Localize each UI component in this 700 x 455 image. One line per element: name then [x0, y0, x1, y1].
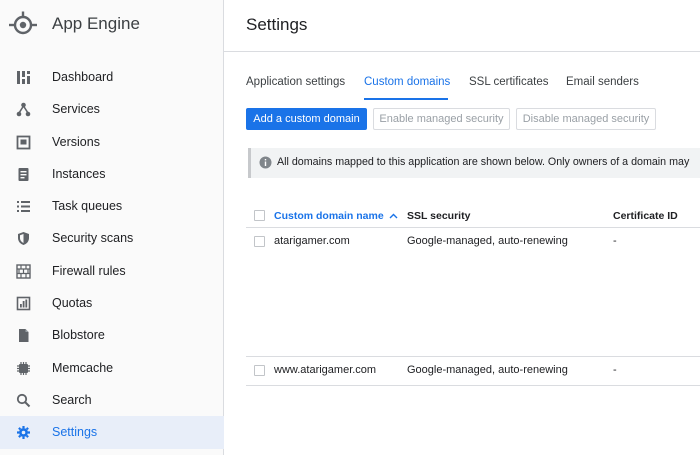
- info-icon: [259, 156, 272, 169]
- task-queues-icon: [17, 201, 30, 213]
- sidebar-item-dashboard[interactable]: Dashboard: [0, 61, 224, 93]
- services-icon: [16, 102, 31, 117]
- sidebar-item-label: Quotas: [52, 296, 93, 311]
- add-custom-domain-button[interactable]: Add a custom domain: [246, 108, 367, 130]
- sidebar-item-label: Task queues: [52, 199, 123, 214]
- sidebar-item-label: Services: [52, 102, 100, 117]
- sort-ascending-icon: [389, 213, 398, 219]
- instances-icon: [18, 167, 29, 181]
- sidebar-item-label: Dashboard: [52, 70, 114, 84]
- sidebar-item-settings[interactable]: Settings: [0, 416, 224, 449]
- sidebar-item-label: Search: [52, 392, 92, 407]
- sidebar-item-security-scans[interactable]: Security scans: [0, 222, 224, 254]
- sidebar-nav: Dashboard Services Versions Instances Ta…: [0, 61, 224, 449]
- page-title: Settings: [246, 15, 308, 34]
- quotas-icon: [16, 296, 31, 311]
- tab-custom-domains[interactable]: Custom domains: [364, 76, 450, 88]
- table-row[interactable]: atarigamer.com Google-managed, auto-rene…: [246, 229, 700, 357]
- page-header: Settings: [224, 0, 700, 52]
- shield-icon: [18, 232, 29, 246]
- sidebar-item-label: Blobstore: [52, 328, 105, 343]
- sidebar-item-versions[interactable]: Versions: [0, 126, 224, 158]
- tab-ssl-certificates[interactable]: SSL certificates: [469, 76, 548, 88]
- table-header: Custom domain name SSL security Certific…: [246, 200, 700, 228]
- dashboard-icon: [17, 71, 30, 84]
- search-icon: [16, 393, 31, 408]
- enable-managed-security-button[interactable]: Enable managed security: [373, 108, 510, 130]
- ssl-cell: Google-managed, auto-renewing: [407, 235, 568, 247]
- row-checkbox[interactable]: [254, 365, 265, 376]
- memcache-icon: [17, 361, 30, 375]
- sidebar-item-quotas[interactable]: Quotas: [0, 287, 224, 319]
- sidebar-item-label: Security scans: [52, 231, 134, 246]
- sidebar-item-label: Instances: [52, 166, 106, 181]
- app-title: App Engine: [52, 14, 140, 33]
- sidebar-item-label: Firewall rules: [52, 263, 126, 278]
- sidebar-item-label: Versions: [52, 134, 100, 149]
- blobstore-icon: [19, 329, 29, 343]
- app-engine-logo-icon: [9, 11, 37, 35]
- tab-bar: Application settings Custom domains SSL …: [224, 52, 700, 102]
- ssl-cell: Google-managed, auto-renewing: [407, 364, 568, 376]
- disable-managed-security-button[interactable]: Disable managed security: [516, 108, 656, 130]
- sidebar-item-blobstore[interactable]: Blobstore: [0, 319, 224, 351]
- sidebar-item-firewall-rules[interactable]: Firewall rules: [0, 255, 224, 287]
- cert-cell: -: [613, 364, 617, 376]
- active-tab-indicator: [364, 98, 448, 100]
- sidebar: App Engine Dashboard Services Versions I…: [0, 0, 224, 455]
- gear-icon: [17, 426, 30, 440]
- domain-cell: atarigamer.com: [274, 235, 350, 247]
- column-header-domain-label: Custom domain name: [274, 210, 384, 222]
- tab-email-senders[interactable]: Email senders: [566, 76, 639, 88]
- column-header-cert: Certificate ID: [613, 210, 678, 222]
- sidebar-item-instances[interactable]: Instances: [0, 158, 224, 190]
- sidebar-item-memcache[interactable]: Memcache: [0, 352, 224, 384]
- column-header-domain[interactable]: Custom domain name: [274, 210, 398, 222]
- sidebar-item-label: Settings: [52, 425, 98, 440]
- select-all-checkbox[interactable]: [254, 210, 265, 221]
- tab-application-settings[interactable]: Application settings: [246, 76, 345, 88]
- brand[interactable]: App Engine: [0, 0, 224, 52]
- info-banner: All domains mapped to this application a…: [248, 148, 700, 178]
- firewall-icon: [16, 264, 31, 279]
- table-row[interactable]: www.atarigamer.com Google-managed, auto-…: [246, 358, 700, 386]
- cert-cell: -: [613, 235, 617, 247]
- sidebar-item-search[interactable]: Search: [0, 384, 224, 416]
- column-header-ssl: SSL security: [407, 210, 471, 222]
- sidebar-item-label: Memcache: [52, 360, 114, 375]
- versions-icon: [16, 135, 31, 149]
- sidebar-item-services[interactable]: Services: [0, 93, 224, 125]
- domain-cell: www.atarigamer.com: [274, 364, 377, 376]
- banner-text: All domains mapped to this application a…: [277, 156, 690, 168]
- sidebar-item-task-queues[interactable]: Task queues: [0, 190, 224, 222]
- row-checkbox[interactable]: [254, 236, 265, 247]
